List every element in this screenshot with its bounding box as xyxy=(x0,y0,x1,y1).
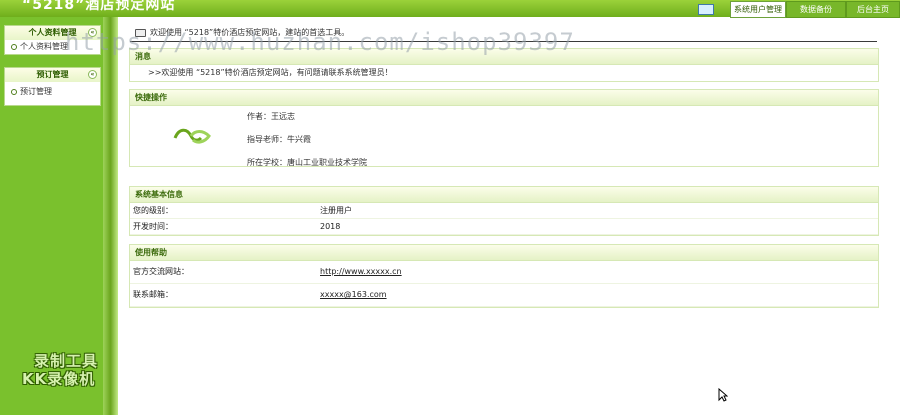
mouse-cursor-icon xyxy=(718,388,728,402)
row-value: 注册用户 xyxy=(320,206,352,215)
table-row: 开发时间： 2018 xyxy=(130,219,878,235)
quick-actions-panel: 快捷操作 作者：王远志 指导老师：牛兴霞 所在学校：唐山工业职业技术学院 xyxy=(129,89,879,167)
notice-panel: 消息 >>欢迎使用 “5218”特价酒店预定网站，有问题请联系系统管理员！ xyxy=(129,48,879,82)
panel-title: 系统基本信息 xyxy=(130,187,878,203)
row-value: 2018 xyxy=(320,222,341,231)
table-row: 官方交流网站： http://www.xxxxx.cn xyxy=(130,261,878,284)
app-title: “5218”酒店预定网站 xyxy=(22,0,176,13)
sidebar-group-profile-items: 个人资料管理 xyxy=(4,40,101,55)
sidebar-group-booking[interactable]: 预订管理 « xyxy=(4,67,101,83)
sidebar-item-label: 预订管理 xyxy=(20,87,52,96)
welcome-divider xyxy=(130,41,877,42)
author-line: 作者：王远志 xyxy=(247,112,295,121)
sidebar-item-label: 个人资料管理 xyxy=(20,42,68,51)
welcome-message: 欢迎使用 “5218”特价酒店预定网站，建站的首选工具。 xyxy=(135,27,349,39)
bullet-icon xyxy=(11,88,17,95)
official-site-link[interactable]: http://www.xxxxx.cn xyxy=(320,261,402,283)
monitor-icon xyxy=(698,4,714,15)
collapse-icon[interactable]: « xyxy=(88,28,97,37)
table-row: 您的级别： 注册用户 xyxy=(130,203,878,219)
row-label: 联系邮箱： xyxy=(133,290,173,299)
table-row: 联系邮箱： xxxxx@163.com xyxy=(130,284,878,307)
system-info-panel: 系统基本信息 您的级别： 注册用户 开发时间： 2018 xyxy=(129,186,879,236)
panel-title: 使用帮助 xyxy=(130,245,878,261)
sidebar-item-profile[interactable]: 个人资料管理 xyxy=(5,40,100,54)
welcome-text: 欢迎使用 “5218”特价酒店预定网站，建站的首选工具。 xyxy=(150,28,350,37)
email-link[interactable]: xxxxx@163.com xyxy=(320,284,387,306)
notice-text: >>欢迎使用 “5218”特价酒店预定网站，有问题请联系系统管理员！ xyxy=(148,68,393,77)
sidebar-group-profile[interactable]: 个人资料管理 « xyxy=(4,25,101,41)
speaker-icon xyxy=(135,28,146,37)
collapse-icon[interactable]: « xyxy=(88,70,97,79)
sidebar: 个人资料管理 « 个人资料管理 预订管理 « 预订管理 录制工具 KK录像机 xyxy=(0,17,103,415)
badge-line: 录制工具 xyxy=(34,352,99,370)
row-label: 官方交流网站： xyxy=(133,267,189,276)
recorder-badge: 录制工具 KK录像机 xyxy=(22,352,98,388)
badge-line: KK录像机 xyxy=(22,370,96,388)
school-line: 所在学校：唐山工业职业技术学院 xyxy=(247,158,367,167)
panel-title: 快捷操作 xyxy=(130,90,878,106)
advisor-line: 指导老师：牛兴霞 xyxy=(247,135,311,144)
data-backup-button[interactable]: 数据备份 xyxy=(786,1,846,18)
swirl-logo-icon xyxy=(173,128,211,144)
help-panel: 使用帮助 官方交流网站： http://www.xxxxx.cn 联系邮箱： x… xyxy=(129,244,879,308)
user-management-button[interactable]: 系统用户管理 xyxy=(730,1,786,18)
main-content: 欢迎使用 “5218”特价酒店预定网站，建站的首选工具。 消息 >>欢迎使用 “… xyxy=(122,17,879,415)
sidebar-group-title: 个人资料管理 xyxy=(28,28,77,37)
top-header-bar: “5218”酒店预定网站 系统用户管理 数据备份 后台主页 xyxy=(0,0,900,18)
panel-title: 消息 xyxy=(130,49,878,65)
sidebar-group-booking-items: 预订管理 xyxy=(4,82,101,106)
quick-actions-body: 作者：王远志 指导老师：牛兴霞 所在学校：唐山工业职业技术学院 xyxy=(130,106,878,167)
admin-home-button[interactable]: 后台主页 xyxy=(846,1,900,18)
sidebar-group-title: 预订管理 xyxy=(36,70,69,79)
sidebar-splitter[interactable] xyxy=(103,17,118,415)
row-label: 您的级别： xyxy=(133,206,173,215)
row-label: 开发时间： xyxy=(133,222,173,231)
bullet-icon xyxy=(11,43,17,50)
sidebar-item-booking[interactable]: 预订管理 xyxy=(5,85,100,99)
